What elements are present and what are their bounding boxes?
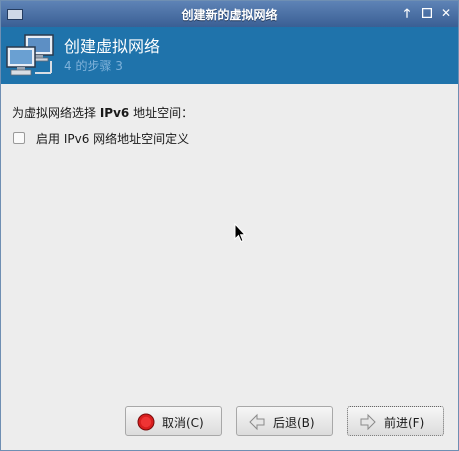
mouse-cursor-icon bbox=[234, 222, 247, 247]
up-arrow-icon[interactable]: 🡑 bbox=[399, 5, 415, 21]
maximize-icon[interactable] bbox=[419, 5, 435, 21]
ipv6-prompt: 为虚拟网络选择 IPv6 地址空间： bbox=[12, 104, 193, 121]
network-computers-icon bbox=[5, 33, 55, 79]
wizard-header: 创建虚拟网络 4 的步骤 3 bbox=[1, 27, 458, 84]
back-arrow-icon bbox=[248, 413, 266, 431]
prompt-suffix: 地址空间： bbox=[129, 106, 194, 120]
back-label: 后退(B) bbox=[273, 416, 315, 430]
wizard-title: 创建虚拟网络 bbox=[64, 37, 161, 56]
forward-arrow-icon bbox=[359, 413, 377, 431]
prompt-bold: IPv6 bbox=[99, 106, 130, 120]
dialog-window: 创建新的虚拟网络 🡑 ✕ 创建虚拟网络 4 的步骤 3 为虚拟网络选择 IPv6… bbox=[0, 0, 459, 451]
cancel-label: 取消(C) bbox=[162, 416, 204, 430]
enable-ipv6-checkbox[interactable] bbox=[13, 132, 25, 144]
cancel-button[interactable]: 取消(C) bbox=[125, 406, 222, 436]
enable-ipv6-label[interactable]: 启用 IPv6 网络地址空间定义 bbox=[36, 130, 189, 147]
prompt-prefix: 为虚拟网络选择 bbox=[12, 106, 100, 120]
forward-label: 前进(F) bbox=[384, 416, 425, 430]
forward-button[interactable]: 前进(F) bbox=[347, 406, 444, 436]
window-title: 创建新的虚拟网络 bbox=[181, 8, 278, 22]
wizard-step: 4 的步骤 3 bbox=[64, 59, 123, 73]
cancel-icon bbox=[137, 413, 155, 431]
titlebar[interactable]: 创建新的虚拟网络 🡑 ✕ bbox=[1, 1, 458, 27]
back-button[interactable]: 后退(B) bbox=[236, 406, 333, 436]
close-icon[interactable]: ✕ bbox=[438, 5, 454, 21]
